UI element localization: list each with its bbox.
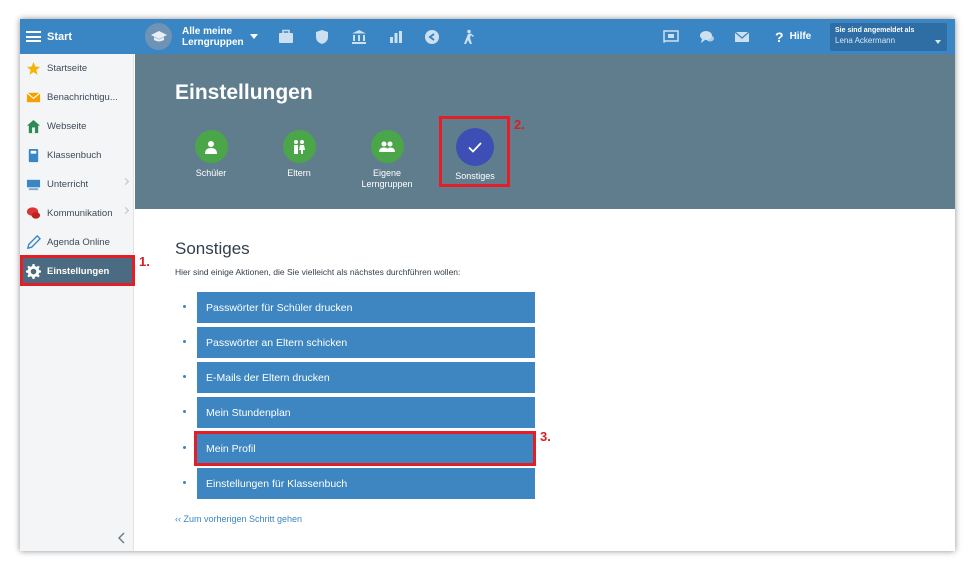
bullet	[183, 481, 186, 484]
app-window: Start Alle meine Lerngruppen ? Hilfe Sie…	[20, 19, 955, 551]
classbook-settings-button[interactable]: Einstellungen für Klassenbuch	[197, 468, 535, 499]
sidebar-item-klassenbuch[interactable]: Klassenbuch	[20, 141, 134, 169]
login-label: Sie sind angemeldet als	[835, 27, 915, 34]
my-profile-button[interactable]: Mein Profil	[197, 433, 535, 464]
learning-group-selector[interactable]: Alle meine Lerngruppen	[145, 23, 258, 50]
print-student-passwords-button[interactable]: Passwörter für Schüler drucken	[197, 292, 535, 323]
hiking-icon[interactable]	[460, 28, 477, 45]
bullet	[183, 305, 186, 308]
tile-eltern[interactable]: Eltern	[254, 130, 344, 179]
chat-icon	[25, 205, 42, 222]
gear-icon	[25, 263, 42, 280]
chevron-right-icon	[121, 206, 130, 215]
help-button[interactable]: ? Hilfe	[775, 19, 811, 54]
person-icon	[194, 130, 228, 163]
sidebar-item-einstellungen[interactable]: Einstellungen	[20, 258, 134, 285]
user-account-menu[interactable]: Sie sind angemeldet als Lena Ackermann	[830, 23, 947, 51]
briefcase-icon[interactable]	[277, 28, 294, 45]
bullet	[183, 340, 186, 343]
main-content: Sonstiges Hier sind einige Aktionen, die…	[135, 209, 955, 551]
collapse-sidebar-button[interactable]	[116, 531, 128, 545]
start-label: Start	[47, 30, 73, 43]
star-icon	[25, 60, 42, 77]
question-icon: ?	[775, 28, 784, 45]
my-timetable-button[interactable]: Mein Stundenplan	[197, 397, 535, 428]
tile-sonstiges[interactable]: Sonstiges	[430, 128, 520, 182]
sidebar-item-agenda-online[interactable]: Agenda Online	[20, 228, 134, 256]
back-arrow-icon[interactable]	[423, 28, 440, 45]
pen-icon	[25, 234, 42, 251]
bank-icon[interactable]	[350, 28, 367, 45]
start-menu-button[interactable]: Start	[20, 19, 135, 54]
parents-icon	[282, 130, 316, 163]
cast-icon[interactable]	[662, 28, 679, 45]
bullet	[183, 446, 186, 449]
hamburger-icon	[26, 31, 41, 42]
send-parent-passwords-button[interactable]: Passwörter an Eltern schicken	[197, 327, 535, 358]
home-icon	[25, 118, 42, 135]
chevron-right-icon	[121, 177, 130, 186]
chart-icon[interactable]	[387, 28, 404, 45]
group-selector-label: Alle meine Lerngruppen	[182, 25, 244, 48]
chevron-left-icon	[118, 532, 125, 544]
annotation-step1: 1.	[139, 254, 150, 269]
bullet	[183, 375, 186, 378]
list-item: Einstellungen für Klassenbuch	[175, 468, 575, 499]
envelope-icon	[25, 89, 42, 106]
list-item: E-Mails der Eltern drucken	[175, 362, 575, 393]
annotation-step3: 3.	[540, 429, 551, 444]
print-parent-emails-button[interactable]: E-Mails der Eltern drucken	[197, 362, 535, 393]
chevron-down-icon	[935, 40, 941, 44]
top-bar: Start Alle meine Lerngruppen ? Hilfe Sie…	[20, 19, 955, 54]
sidebar-item-unterricht[interactable]: Unterricht	[20, 170, 134, 198]
chat-icon[interactable]	[698, 28, 715, 45]
shield-icon[interactable]	[313, 28, 330, 45]
list-item: Passwörter an Eltern schicken	[175, 327, 575, 358]
check-icon	[456, 128, 494, 166]
section-subtitle: Hier sind einige Aktionen, die Sie viell…	[175, 267, 461, 277]
section-title: Sonstiges	[175, 239, 250, 258]
list-item: Mein Stundenplan	[175, 397, 575, 428]
sidebar-item-benachrichtigungen[interactable]: Benachrichtigu...	[20, 83, 134, 111]
sidebar: Startseite Benachrichtigu... Webseite Kl…	[20, 54, 134, 551]
help-label: Hilfe	[789, 31, 812, 42]
tile-schueler[interactable]: Schüler	[166, 130, 256, 179]
group-icon	[370, 130, 404, 163]
list-item: Passwörter für Schüler drucken	[175, 292, 575, 323]
mail-icon[interactable]	[733, 28, 750, 45]
list-item: Mein Profil	[175, 433, 575, 464]
login-user: Lena Ackermann	[835, 36, 896, 45]
class-icon	[25, 176, 42, 193]
book-icon	[25, 147, 42, 164]
annotation-step2: 2.	[514, 117, 525, 132]
sidebar-item-startseite[interactable]: Startseite	[20, 54, 134, 82]
graduation-cap-icon	[145, 23, 172, 50]
bullet	[183, 410, 186, 413]
previous-step-link[interactable]: ‹‹ Zum vorherigen Schritt gehen	[175, 514, 302, 524]
settings-header: Einstellungen Schüler Eltern Eigene Lern…	[135, 54, 955, 209]
sidebar-item-webseite[interactable]: Webseite	[20, 112, 134, 140]
sidebar-item-kommunikation[interactable]: Kommunikation	[20, 199, 134, 227]
tile-eigene-lerngruppen[interactable]: Eigene Lerngruppen	[342, 130, 432, 190]
chevron-down-icon	[250, 34, 258, 39]
page-title: Einstellungen	[175, 81, 313, 104]
